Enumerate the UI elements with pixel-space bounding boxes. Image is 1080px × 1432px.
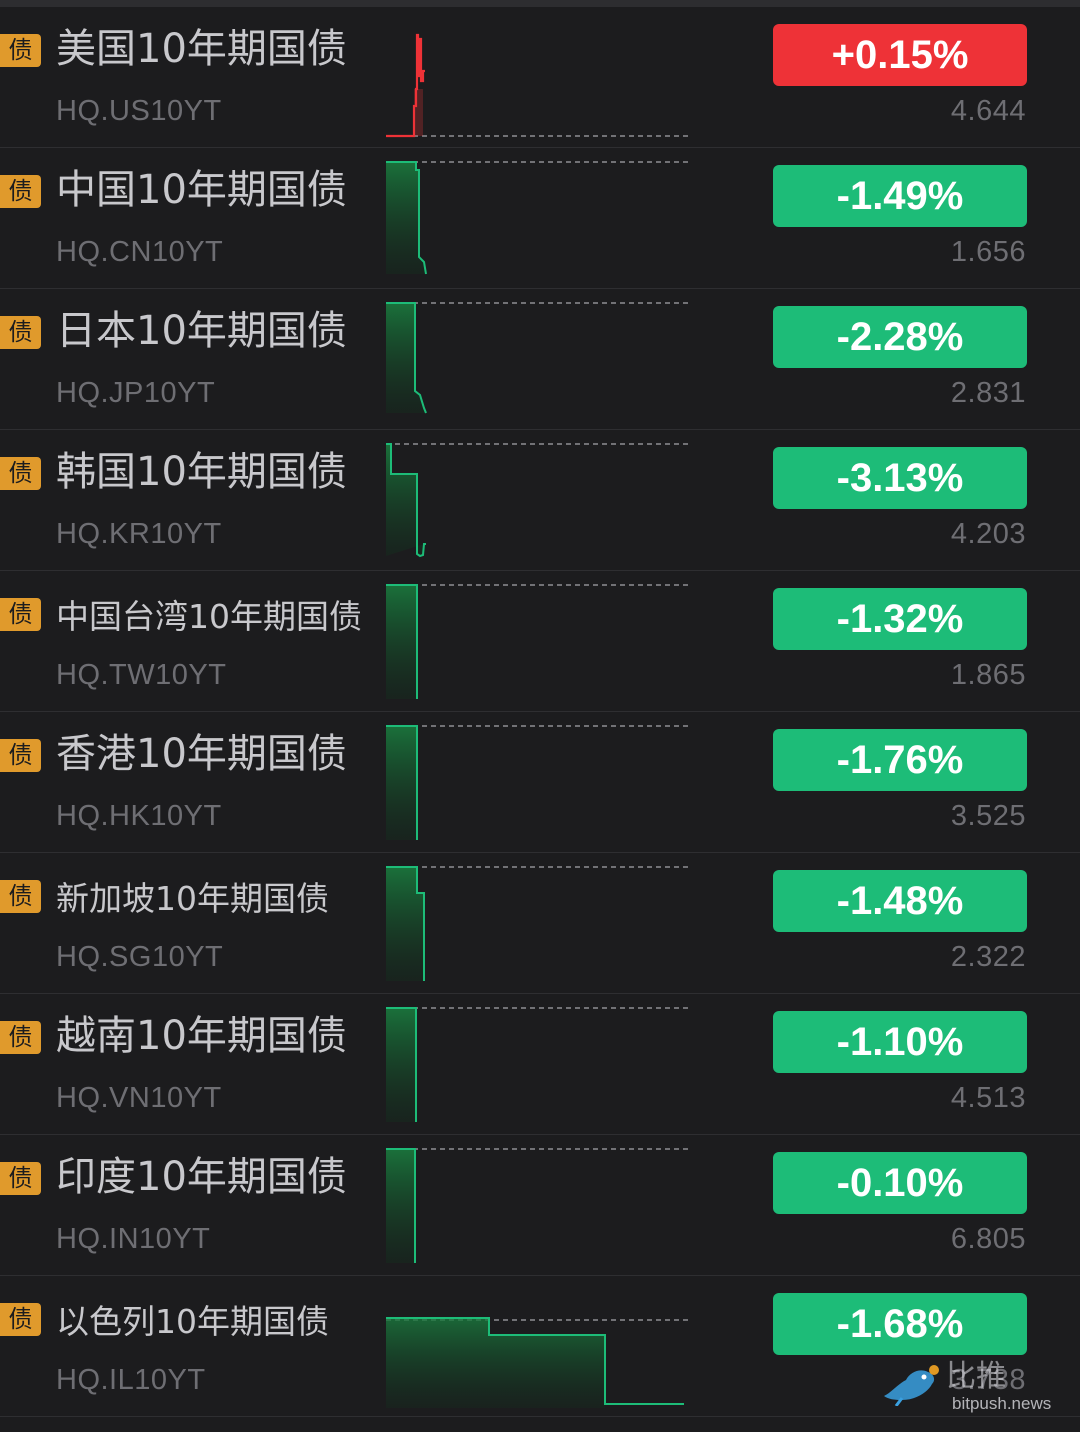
bond-row-sg[interactable]: 债 新加坡10年期国债 HQ.SG10YT -1.48% 2.322 [0,853,1080,994]
price-value: 6.805 [950,1223,1026,1255]
bond-tag-badge: 债 [0,1021,41,1054]
bond-code: HQ.KR10YT [56,518,222,550]
sparkline-chart [386,33,692,138]
bond-tag-badge: 债 [0,598,41,631]
sparkline-chart [386,725,692,840]
bond-name: 日本10年期国债 [56,308,347,354]
sparkline-chart [386,443,692,558]
bond-tag-badge: 债 [0,34,41,67]
change-badge: -1.32% [773,588,1027,650]
price-value: 2.322 [950,941,1026,973]
bond-row-vn[interactable]: 债 越南10年期国债 HQ.VN10YT -1.10% 4.513 [0,994,1080,1135]
bond-name: 中国10年期国债 [56,167,347,213]
bond-row-tw[interactable]: 债 中国台湾10年期国债 HQ.TW10YT -1.32% 1.865 [0,571,1080,712]
bond-tag-badge: 债 [0,175,41,208]
bond-row-cn[interactable]: 债 中国10年期国债 HQ.CN10YT -1.49% 1.656 [0,148,1080,289]
bond-name: 新加坡10年期国债 [56,879,329,918]
bitpush-watermark: 比推 bitpush.news [880,1360,1070,1420]
change-badge: -3.13% [773,447,1027,509]
bond-tag-badge: 债 [0,316,41,349]
bond-code: HQ.CN10YT [56,236,224,268]
price-value: 3.525 [950,800,1026,832]
price-value: 1.865 [950,659,1026,691]
price-value: 4.203 [950,518,1026,550]
bond-tag-badge: 债 [0,739,41,772]
bond-name: 越南10年期国债 [56,1013,347,1059]
change-badge: -1.48% [773,870,1027,932]
watermark-title: 比推 [946,1359,1006,1394]
sparkline-chart [386,584,692,699]
change-badge: +0.15% [773,24,1027,86]
bond-code: HQ.TW10YT [56,659,227,691]
sparkline-chart [386,1317,692,1408]
bond-name: 中国台湾10年期国债 [56,597,362,636]
bond-code: HQ.IN10YT [56,1223,211,1255]
price-value: 2.831 [950,377,1026,409]
watermark-url: bitpush.news [952,1394,1052,1413]
bond-row-in[interactable]: 债 印度10年期国债 HQ.IN10YT -0.10% 6.805 [0,1135,1080,1276]
bond-row-hk[interactable]: 债 香港10年期国债 HQ.HK10YT -1.76% 3.525 [0,712,1080,853]
sparkline-chart [386,302,692,414]
top-status-strip [0,0,1080,7]
bond-name: 韩国10年期国债 [56,449,347,495]
bond-list: 债 美国10年期国债 HQ.US10YT +0.15% 4.644 债 中国10… [0,7,1080,1417]
bond-name: 以色列10年期国债 [56,1302,329,1341]
bond-code: HQ.VN10YT [56,1082,222,1114]
bond-code: HQ.IL10YT [56,1364,206,1396]
bond-tag-badge: 债 [0,457,41,490]
sparkline-chart [386,1148,692,1263]
sparkline-chart [386,161,692,275]
bond-name: 美国10年期国债 [56,26,347,72]
bond-code: HQ.US10YT [56,95,222,127]
bond-tag-badge: 债 [0,880,41,913]
bond-row-us[interactable]: 债 美国10年期国债 HQ.US10YT +0.15% 4.644 [0,7,1080,148]
bond-row-jp[interactable]: 债 日本10年期国债 HQ.JP10YT -2.28% 2.831 [0,289,1080,430]
sparkline-chart [386,866,692,981]
bond-row-kr[interactable]: 债 韩国10年期国债 HQ.KR10YT -3.13% 4.203 [0,430,1080,571]
price-value: 4.644 [950,95,1026,127]
bond-code: HQ.JP10YT [56,377,216,409]
change-badge: -0.10% [773,1152,1027,1214]
sparkline-chart [386,1007,692,1122]
change-badge: -1.10% [773,1011,1027,1073]
bond-tag-badge: 债 [0,1162,41,1195]
change-badge: -1.68% [773,1293,1027,1355]
bird-logo-icon [884,1365,939,1406]
change-badge: -2.28% [773,306,1027,368]
price-value: 1.656 [950,236,1026,268]
change-badge: -1.49% [773,165,1027,227]
change-badge: -1.76% [773,729,1027,791]
bond-tag-badge: 债 [0,1303,41,1336]
bond-name: 香港10年期国债 [56,731,347,777]
bond-name: 印度10年期国债 [56,1154,347,1200]
bond-code: HQ.HK10YT [56,800,222,832]
price-value: 4.513 [950,1082,1026,1114]
bond-code: HQ.SG10YT [56,941,224,973]
